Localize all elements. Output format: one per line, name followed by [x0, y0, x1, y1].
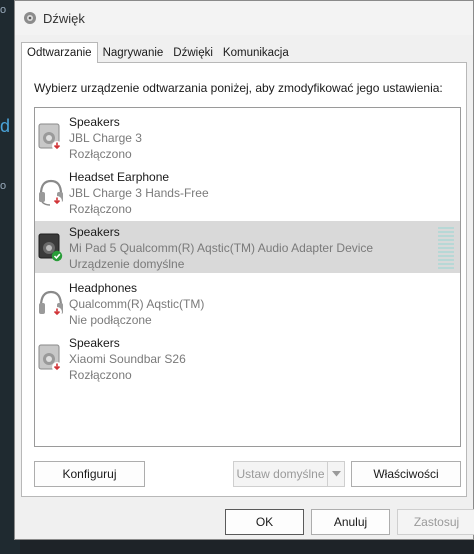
device-item[interactable]: Headset Earphone JBL Charge 3 Hands-Free… — [35, 166, 460, 218]
ok-button[interactable]: OK — [225, 509, 304, 535]
properties-button[interactable]: Właściwości — [351, 461, 461, 487]
instruction-text: Wybierz urządzenie odtwarzania poniżej, … — [34, 81, 443, 95]
apply-button[interactable]: Zastosuj — [397, 509, 474, 535]
device-name: Speakers — [69, 115, 120, 129]
set-default-button[interactable]: Ustaw domyślne — [233, 461, 328, 487]
device-description: Qualcomm(R) Aqstic(TM) — [69, 297, 205, 311]
device-status: Rozłączono — [69, 147, 132, 161]
headset-icon — [39, 179, 63, 206]
tab-communications[interactable]: Komunikacja — [218, 44, 294, 62]
device-status: Rozłączono — [69, 368, 132, 382]
device-list[interactable]: Speakers JBL Charge 3 Rozłączono Headset… — [34, 107, 461, 447]
device-name: Headset Earphone — [69, 170, 170, 184]
desktop-text-fragment: o — [0, 180, 7, 192]
speaker-icon — [38, 123, 62, 151]
device-status: Rozłączono — [69, 202, 132, 216]
set-default-dropdown[interactable] — [327, 461, 345, 487]
device-item-default[interactable]: Speakers Mi Pad 5 Qualcomm(R) Aqstic(TM)… — [35, 221, 460, 273]
device-description: Xiaomi Soundbar S26 — [69, 352, 186, 366]
device-name: Speakers — [69, 336, 120, 350]
speaker-app-icon — [24, 12, 36, 24]
device-status: Urządzenie domyślne — [69, 257, 185, 271]
desktop-text-fragment: d — [0, 116, 11, 136]
device-description: JBL Charge 3 Hands-Free — [69, 186, 209, 200]
device-description: Mi Pad 5 Qualcomm(R) Aqstic(TM) Audio Ad… — [69, 241, 374, 255]
device-item[interactable]: Speakers Xiaomi Soundbar S26 Rozłączono — [35, 332, 460, 384]
desktop-text-fragment: o — [0, 4, 7, 16]
headphones-icon — [39, 290, 63, 317]
device-description: JBL Charge 3 — [69, 131, 142, 145]
chevron-down-icon — [331, 471, 341, 477]
device-name: Speakers — [69, 225, 120, 239]
playback-panel: Wybierz urządzenie odtwarzania poniżej, … — [21, 62, 467, 497]
device-status: Nie podłączone — [69, 313, 152, 327]
configure-button[interactable]: Konfiguruj — [34, 461, 145, 487]
window-title: Dźwięk — [43, 10, 85, 26]
tab-playback[interactable]: Odtwarzanie — [21, 42, 98, 63]
volume-level-meter — [438, 227, 454, 271]
speaker-icon — [38, 344, 62, 372]
device-item[interactable]: Headphones Qualcomm(R) Aqstic(TM) Nie po… — [35, 277, 460, 329]
tab-recording[interactable]: Nagrywanie — [98, 44, 169, 62]
cancel-button[interactable]: Anuluj — [311, 509, 390, 535]
speaker-icon — [38, 233, 63, 262]
tab-sounds[interactable]: Dźwięki — [168, 44, 218, 62]
device-item[interactable]: Speakers JBL Charge 3 Rozłączono — [35, 111, 460, 163]
title-bar[interactable]: Dźwięk — [15, 1, 473, 35]
sound-dialog: Dźwięk Odtwarzanie Nagrywanie Dźwięki Ko… — [14, 0, 474, 540]
device-name: Headphones — [69, 281, 138, 295]
tab-strip: Odtwarzanie Nagrywanie Dźwięki Komunikac… — [21, 42, 294, 63]
